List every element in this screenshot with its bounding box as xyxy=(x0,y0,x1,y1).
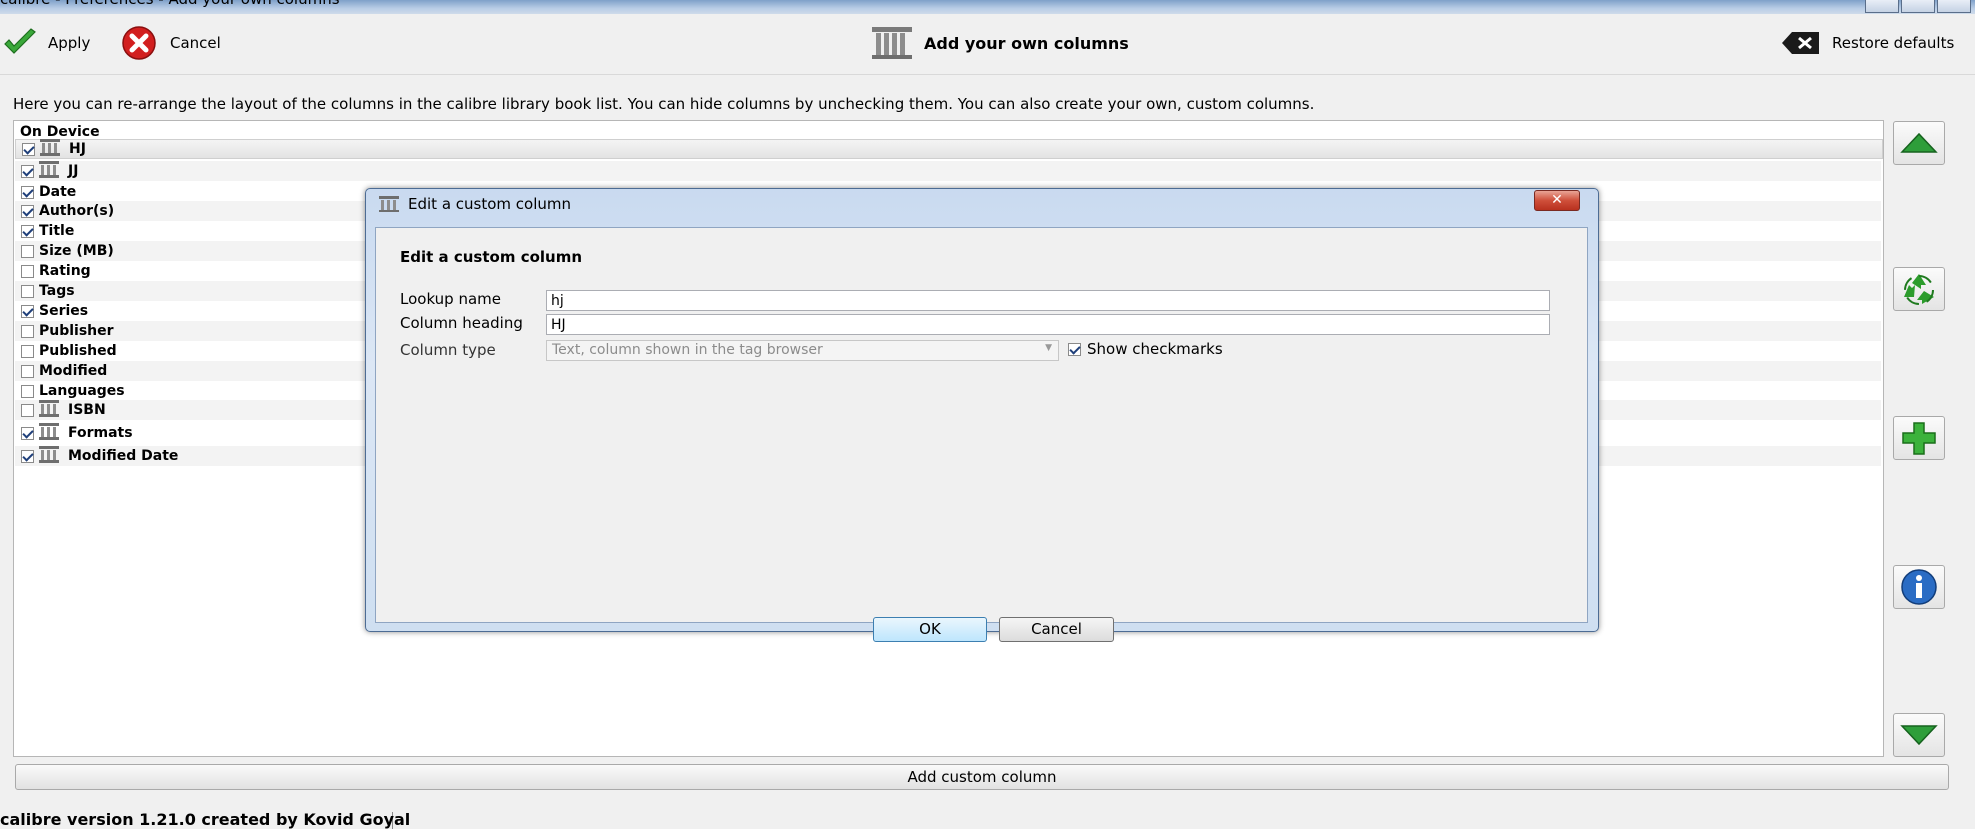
list-item[interactable]: JJ xyxy=(15,160,1881,182)
show-checkmarks-option[interactable]: Show checkmarks xyxy=(1068,340,1223,358)
column-label: Series xyxy=(39,303,89,319)
cancel-label: Cancel xyxy=(170,34,221,52)
apply-button[interactable]: Apply xyxy=(2,26,90,60)
column-label: Tags xyxy=(39,283,75,299)
column-visible-checkbox[interactable] xyxy=(21,284,34,298)
delete-recycle-icon xyxy=(1904,274,1934,305)
column-label: JJ xyxy=(68,163,79,179)
column-type-value: Text, column shown in the tag browser xyxy=(552,342,823,358)
dialog-heading: Edit a custom column xyxy=(400,248,583,266)
page-title-text: Add your own columns xyxy=(924,33,1129,53)
column-label: ISBN xyxy=(68,402,106,418)
column-label: Size (MB) xyxy=(39,243,114,259)
add-column-button[interactable] xyxy=(1893,416,1945,460)
dialog-close-button[interactable]: ✕ xyxy=(1534,190,1580,211)
ok-button[interactable]: OK xyxy=(873,617,987,642)
restore-defaults-label: Restore defaults xyxy=(1832,34,1955,52)
window-title: calibre - Preferences - Add your own col… xyxy=(0,0,340,8)
column-label: Modified Date xyxy=(68,448,179,464)
column-visible-checkbox[interactable] xyxy=(21,304,34,318)
move-up-icon xyxy=(1900,132,1938,153)
minimize-button[interactable] xyxy=(1865,0,1899,13)
column-label: Languages xyxy=(39,383,125,399)
column-visible-checkbox[interactable] xyxy=(21,324,34,338)
column-visible-checkbox[interactable] xyxy=(21,224,34,238)
custom-column-icon xyxy=(39,160,59,182)
column-pillar-icon xyxy=(872,27,912,59)
column-type-select[interactable]: Text, column shown in the tag browser ▼ xyxy=(546,340,1059,361)
column-visible-checkbox[interactable] xyxy=(21,384,34,398)
column-heading-label: Column heading xyxy=(400,314,523,332)
column-label: Author(s) xyxy=(39,203,115,219)
show-checkmarks-label: Show checkmarks xyxy=(1087,340,1223,358)
column-visible-checkbox[interactable] xyxy=(21,403,34,417)
window-controls xyxy=(1865,0,1975,14)
description-text: Here you can re-arrange the layout of th… xyxy=(13,95,1315,113)
lookup-name-input[interactable] xyxy=(546,290,1550,311)
chevron-down-icon: ▼ xyxy=(1045,343,1052,353)
column-visible-checkbox[interactable] xyxy=(21,426,34,440)
lookup-name-label: Lookup name xyxy=(400,290,502,308)
column-label: Publisher xyxy=(39,323,114,339)
custom-column-icon xyxy=(39,399,59,421)
column-type-label: Column type xyxy=(400,341,496,359)
edit-column-dialog: Edit a custom column ✕ Edit a custom col… xyxy=(365,188,1599,642)
custom-column-icon xyxy=(39,445,59,467)
column-label: Published xyxy=(39,343,117,359)
backspace-clear-icon xyxy=(1782,32,1819,54)
column-visible-checkbox[interactable] xyxy=(21,264,34,278)
dialog-body: Edit a custom column Lookup name Column … xyxy=(375,227,1588,642)
dialog-cancel-button[interactable]: Cancel xyxy=(999,617,1114,642)
column-visible-checkbox[interactable] xyxy=(22,142,35,156)
move-up-button[interactable] xyxy=(1893,121,1945,165)
column-visible-checkbox[interactable] xyxy=(21,204,34,218)
window-title-bar: calibre - Preferences - Add your own col… xyxy=(0,0,1975,14)
column-label: Title xyxy=(39,223,75,239)
toolbar: Apply Cancel Add your own columns Restor… xyxy=(0,14,1975,75)
add-plus-icon xyxy=(1902,422,1936,455)
custom-column-icon xyxy=(40,138,60,160)
list-item[interactable]: HJ xyxy=(15,138,1883,160)
column-label: HJ xyxy=(69,141,86,157)
dialog-title: Edit a custom column xyxy=(408,195,572,213)
close-window-button[interactable] xyxy=(1937,0,1971,13)
column-pillar-icon xyxy=(379,196,399,212)
version-text: calibre version 1.21.0 created by Kovid … xyxy=(0,810,411,829)
apply-label: Apply xyxy=(48,34,91,52)
cancel-button[interactable]: Cancel xyxy=(118,26,221,60)
dialog-title-bar: Edit a custom column xyxy=(378,195,571,213)
column-visible-checkbox[interactable] xyxy=(21,449,34,463)
column-label: Date xyxy=(39,184,77,200)
column-visible-checkbox[interactable] xyxy=(21,244,34,258)
page-title: Add your own columns xyxy=(870,26,1129,60)
info-icon xyxy=(1901,569,1937,605)
remove-column-button[interactable] xyxy=(1893,267,1945,311)
column-info-button[interactable] xyxy=(1893,565,1945,609)
column-visible-checkbox[interactable] xyxy=(21,344,34,358)
column-label: Rating xyxy=(39,263,91,279)
column-visible-checkbox[interactable] xyxy=(21,164,34,178)
restore-defaults-button[interactable]: Restore defaults xyxy=(1780,26,1954,60)
move-down-button[interactable] xyxy=(1893,713,1945,757)
maximize-button[interactable] xyxy=(1901,0,1935,13)
add-custom-column-button[interactable]: Add custom column xyxy=(15,764,1949,790)
column-visible-checkbox[interactable] xyxy=(21,185,34,199)
column-visible-checkbox[interactable] xyxy=(21,364,34,378)
column-label: Modified xyxy=(39,363,108,379)
custom-column-icon xyxy=(39,422,59,444)
cancel-x-icon xyxy=(122,26,156,60)
checkmark-icon xyxy=(4,28,36,54)
column-heading-input[interactable] xyxy=(546,314,1550,335)
show-checkmarks-checkbox[interactable] xyxy=(1068,342,1081,356)
move-down-icon xyxy=(1900,725,1938,746)
column-label: Formats xyxy=(68,425,133,441)
